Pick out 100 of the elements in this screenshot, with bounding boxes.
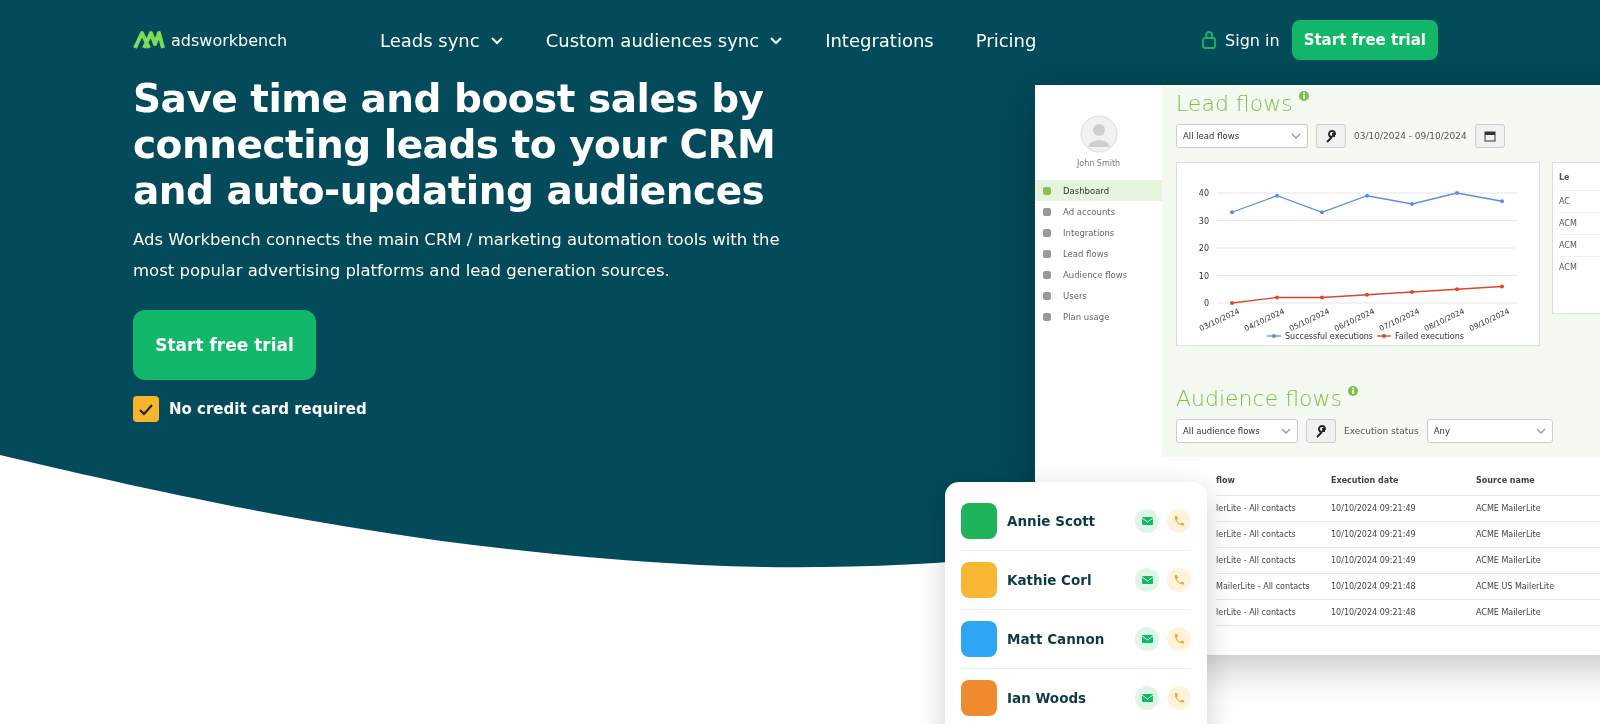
column-header: Source name [1476,475,1536,485]
email-button[interactable] [1135,568,1159,592]
email-button[interactable] [1135,686,1159,710]
date-range: 03/10/2024 - 09/10/2024 [1354,131,1467,141]
email-button[interactable] [1135,627,1159,651]
table-cell: ACM [1559,212,1600,234]
y-tick-label: 10 [1198,271,1209,281]
sign-in-link[interactable]: Sign in [1225,30,1280,50]
data-point [1500,284,1504,289]
call-button[interactable] [1167,686,1191,710]
contact-name: Ian Woods [1007,690,1088,706]
table-cell-text: 10/10/2024 09:21:49 [1331,504,1417,513]
nav-link[interactable]: Pricing [975,29,1037,51]
dropdown[interactable]: Any [1426,419,1553,443]
call-button[interactable] [1167,568,1191,592]
dropdown[interactable]: All audience flows [1176,419,1298,443]
user-name[interactable]: John Smith [1035,159,1162,168]
hero-description: Ads Workbench connects the main CRM / marketing automation tools with the most popular advertising platforms and lead generation sources. [133,229,781,282]
sidebar-item[interactable]: Audience flows [1035,264,1162,285]
legend-label: Successful executions [1285,332,1373,341]
y-tick-label: 40 [1198,189,1209,198]
sidebar-item[interactable]: Users [1035,285,1162,306]
nav-link[interactable]: Leads sync [380,29,504,51]
y-tick-label: 30 [1198,216,1209,226]
data-point [1455,287,1459,292]
section-heading: Audience flows [1176,386,1342,411]
table-cell: ACM [1559,256,1600,278]
data-point [1320,210,1324,215]
wrench-button[interactable] [1316,124,1346,148]
nav-link[interactable]: Integrations [825,29,934,51]
calendar-icon [1483,130,1496,142]
column-header: Execution date [1331,475,1400,485]
envelope-icon [1141,576,1153,584]
avatar-silhouette-icon [1079,115,1118,153]
column-header: flow [1216,475,1236,485]
table-cell-text: 10/10/2024 09:21:48 [1331,608,1417,617]
y-tick-label: 0 [1203,299,1209,308]
table-cell: ACM [1559,234,1600,256]
table-cell-text: lerLite - All contacts [1216,608,1297,617]
info-icon [1298,91,1309,101]
phone-icon [1173,515,1185,527]
chevron-down-icon [1291,132,1301,140]
data-point [1455,191,1459,195]
note-text: No credit card required [169,400,367,418]
data-point [1320,295,1324,300]
contact-name: Kathie Corl [1007,572,1093,588]
column-header: Le [1559,173,1571,184]
logo-icon [133,29,165,51]
sidebar-item[interactable]: Lead flows [1035,243,1162,264]
table-cell-text: ACME MailerLite [1476,504,1542,513]
envelope-icon [1141,635,1153,643]
envelope-icon [1141,517,1153,525]
table-cell-text: ACME MailerLite [1476,608,1542,617]
hero-heading: Save time and boost sales by connecting leads to your CRM and auto-updating audiences [133,76,777,214]
phone-icon [1173,574,1185,586]
table-cell-text: 10/10/2024 09:21:49 [1331,556,1417,565]
calendar-button[interactable] [1474,124,1505,148]
phone-icon [1173,633,1185,645]
data-point [1500,199,1504,204]
legend-label: Failed executions [1395,332,1464,341]
contact-name: Annie Scott [1007,513,1097,529]
table-cell-text: MailerLite - All contacts [1216,582,1311,591]
table-cell-text: lerLite - All contacts [1216,556,1297,565]
sidebar-item[interactable]: Ad accounts [1035,201,1162,222]
dropdown[interactable]: All lead flows [1176,124,1308,148]
chevron-down-icon [1281,427,1291,435]
data-point [1410,202,1414,206]
lock-icon [1201,30,1218,50]
contact-name: Matt Cannon [1007,631,1106,647]
data-point [1275,193,1279,198]
data-point [1365,193,1369,198]
sidebar-item[interactable]: Integrations [1035,222,1162,243]
envelope-icon [1141,694,1153,702]
call-button[interactable] [1167,509,1191,533]
table-cell-text: 10/10/2024 09:21:49 [1331,530,1417,539]
sidebar-item[interactable]: Plan usage [1035,306,1162,327]
table-cell-text: ACME MailerLite [1476,556,1542,565]
email-button[interactable] [1135,509,1159,533]
table-cell-text: ACME US MailerLite [1476,582,1556,591]
section-heading: Lead flows [1176,91,1293,116]
chevron-down-icon [1535,427,1546,435]
call-button[interactable] [1167,627,1191,651]
logo-text: adsworkbench [171,30,288,50]
data-point [1230,210,1234,215]
nav-link[interactable]: Custom audiences sync [545,29,784,51]
info-icon [1347,386,1358,396]
table-cell-text: lerLite - All contacts [1216,504,1297,513]
sidebar-item[interactable]: Dashboard [1035,180,1162,201]
data-point [1365,292,1369,297]
data-point [1275,295,1279,300]
table-cell-text: ACME MailerLite [1476,530,1542,539]
legend-marker [1266,334,1282,338]
table-cell-text: lerLite - All contacts [1216,530,1297,539]
data-point [1410,290,1414,294]
table-cell-text: 10/10/2024 09:21:48 [1331,582,1417,591]
data-point [1230,301,1234,305]
wrench-button[interactable] [1306,419,1336,443]
field-label: Execution status [1344,426,1419,436]
legend-marker [1376,334,1392,338]
y-tick-label: 20 [1198,244,1209,253]
